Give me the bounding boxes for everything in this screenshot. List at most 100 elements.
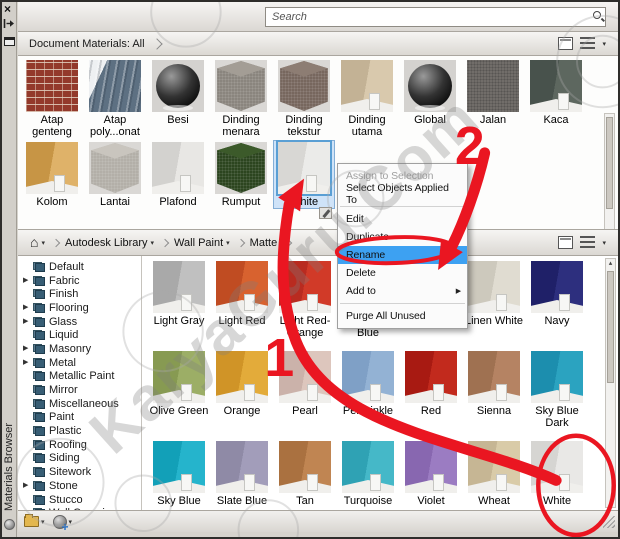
properties-icon[interactable] [4, 37, 15, 46]
tree-item[interactable]: Stone [18, 479, 141, 493]
context-menu-item[interactable]: Purge All Unused [338, 307, 467, 325]
scrollbar-thumb[interactable] [606, 117, 613, 209]
material-tile[interactable]: Orange [212, 350, 272, 430]
material-tile[interactable]: Tan [275, 440, 335, 507]
tree-item[interactable]: Metallic Paint [18, 370, 141, 384]
tree-item[interactable]: Roofing [18, 438, 141, 452]
breadcrumb-item[interactable]: Autodesk Library [65, 237, 174, 249]
grid-scrollbar[interactable]: ▴ [605, 258, 616, 508]
material-tile[interactable]: Plafond [148, 141, 208, 208]
document-materials-title: Document Materials: All [29, 37, 145, 50]
scrollbar-vertical[interactable] [604, 113, 615, 229]
expand-arrow-icon[interactable] [23, 358, 33, 368]
search-icon[interactable] [593, 11, 601, 19]
material-tile[interactable]: Dinding tekstur [274, 59, 334, 139]
tree-item[interactable]: Siding [18, 452, 141, 466]
folder-icon [33, 261, 45, 272]
material-tile[interactable]: Dinding utama [337, 59, 397, 139]
list-view-icon[interactable] [580, 37, 596, 50]
material-tile[interactable]: Sienna [464, 350, 524, 430]
material-tile[interactable]: Dinding menara [211, 59, 271, 139]
expand-arrow-icon[interactable] [23, 303, 33, 313]
folder-icon [33, 467, 45, 478]
material-thumbnail [531, 441, 583, 493]
context-menu-item[interactable]: Delete [338, 264, 467, 282]
material-tile[interactable]: Light Gray [149, 260, 209, 340]
material-tile[interactable]: Lantai [85, 141, 145, 208]
auto-hide-icon[interactable] [3, 18, 15, 32]
material-tile[interactable]: Red [401, 350, 461, 430]
material-tile[interactable]: Linen White [464, 260, 524, 340]
material-tile[interactable]: Besi [148, 59, 208, 139]
tree-item[interactable]: Liquid [18, 328, 141, 342]
dropdown-arrow-icon[interactable] [226, 239, 230, 247]
tree-item[interactable]: Default [18, 260, 141, 274]
tree-item[interactable]: Masonry [18, 342, 141, 356]
material-tile[interactable]: Periwinkle [338, 350, 398, 430]
context-menu-item[interactable]: Duplicate [338, 228, 467, 246]
tree-item[interactable]: Stucco [18, 493, 141, 507]
resize-grip[interactable] [603, 516, 615, 528]
material-tile[interactable]: Global [400, 59, 460, 139]
material-tile[interactable]: Atap genteng [22, 59, 82, 139]
tree-item[interactable]: Finish [18, 287, 141, 301]
tree-item[interactable]: Mirror [18, 383, 141, 397]
material-tile[interactable]: Olive Green [149, 350, 209, 430]
dropdown-arrow-icon[interactable] [151, 239, 155, 247]
material-tile[interactable]: Wheat [464, 440, 524, 507]
folder-icon [33, 275, 45, 286]
material-tile[interactable]: Atap poly...onat [85, 59, 145, 139]
tree-item[interactable]: Fabric [18, 274, 141, 288]
tree-item[interactable]: Paint [18, 411, 141, 425]
material-tile[interactable]: Navy [527, 260, 587, 340]
scroll-up-icon[interactable]: ▴ [606, 259, 615, 268]
material-tile[interactable]: Kaca [526, 59, 586, 139]
material-tile[interactable]: Violet [401, 440, 461, 507]
expand-arrow-icon[interactable] [23, 344, 33, 354]
material-tile[interactable]: Rumput [211, 141, 271, 208]
tree-item-label: Fabric [49, 274, 80, 287]
thumbnail-view-icon[interactable] [558, 236, 574, 249]
context-menu-item[interactable]: Edit [338, 210, 467, 228]
material-tile[interactable]: Pearl [275, 350, 335, 430]
view-options-dropdown-icon[interactable] [602, 40, 606, 48]
expand-arrow-icon[interactable] [23, 317, 33, 327]
expand-arrow-icon[interactable] [23, 276, 33, 286]
folder-icon [33, 453, 45, 464]
material-tile[interactable]: Jalan [463, 59, 523, 139]
material-tile[interactable]: Sky Blue [149, 440, 209, 507]
thumbnail-view-icon[interactable] [558, 37, 574, 50]
material-label: Dinding tekstur [285, 114, 323, 139]
context-menu-item[interactable]: Rename [338, 246, 467, 264]
breadcrumb-item[interactable]: Wall Paint [174, 237, 250, 249]
material-tile[interactable]: White [273, 139, 335, 219]
material-tile[interactable]: Slate Blue [212, 440, 272, 507]
scrollbar-thumb[interactable] [607, 271, 614, 383]
material-tile[interactable]: Kolom [22, 141, 82, 208]
search-input[interactable] [265, 7, 606, 27]
material-tile[interactable]: Turquoise [338, 440, 398, 507]
tree-item[interactable]: Glass [18, 315, 141, 329]
context-menu-item[interactable]: Select Objects Applied To [338, 182, 467, 207]
tree-item[interactable]: Flooring [18, 301, 141, 315]
view-options-dropdown-icon[interactable] [602, 239, 606, 247]
list-view-icon[interactable] [580, 236, 596, 249]
context-menu-item[interactable]: Add to [338, 282, 467, 304]
menu-item-label: Edit [346, 213, 364, 225]
tree-item[interactable]: Metal [18, 356, 141, 370]
main-area: Document Materials: All Atap genteng [18, 2, 618, 537]
tree-item[interactable]: Plastic [18, 424, 141, 438]
material-tile[interactable]: Sky Blue Dark [527, 350, 587, 430]
expand-arrow-icon[interactable] [23, 481, 33, 491]
material-tile[interactable]: Light Red-Orange [275, 260, 335, 340]
close-icon[interactable]: × [4, 2, 11, 16]
material-tile[interactable]: Light Red [212, 260, 272, 340]
tree-item[interactable]: Miscellaneous [18, 397, 141, 411]
dropdown-arrow-icon[interactable] [41, 239, 45, 247]
create-material-button[interactable] [51, 514, 75, 532]
breadcrumb-item[interactable]: Matte [250, 237, 298, 249]
tree-item[interactable]: Sitework [18, 465, 141, 479]
manage-library-button[interactable] [22, 514, 47, 528]
breadcrumb-home[interactable] [30, 236, 65, 250]
material-tile[interactable]: White [527, 440, 587, 507]
